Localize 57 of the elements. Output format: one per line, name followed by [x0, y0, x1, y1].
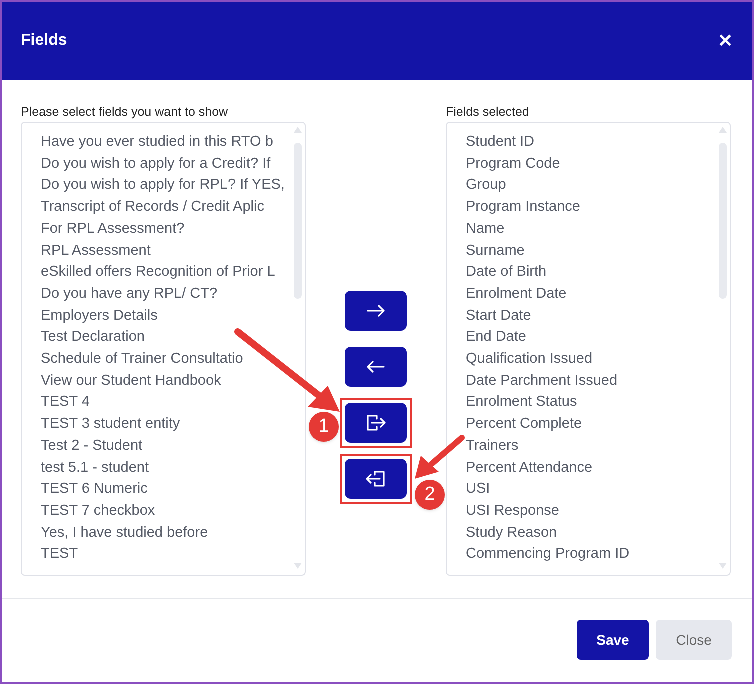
- list-option[interactable]: TEST 3 student entity: [41, 414, 305, 436]
- selected-fields-list[interactable]: [446, 122, 731, 576]
- list-option[interactable]: Test Declaration: [41, 327, 305, 350]
- transfer-button[interactable]: [345, 347, 407, 387]
- list-option[interactable]: Date of Birth: [466, 262, 730, 284]
- list-option[interactable]: Date Parchment Issued: [466, 370, 730, 392]
- list-option[interactable]: test 5.1 - student: [41, 458, 305, 480]
- list-option[interactable]: Employers Details: [41, 306, 305, 328]
- list-option[interactable]: Surname: [466, 240, 730, 262]
- list-option[interactable]: Enrolment Status: [466, 392, 730, 414]
- close-button[interactable]: ✕: [718, 28, 733, 54]
- list-option[interactable]: For RPL Assessment?: [41, 218, 305, 241]
- list-option[interactable]: Student ID: [466, 132, 730, 154]
- enter-icon: [366, 471, 386, 487]
- list-option[interactable]: View our Student Handbook: [41, 370, 305, 392]
- list-option[interactable]: Schedule of Trainer Consultatio: [41, 349, 305, 371]
- list-option[interactable]: Qualification Issued: [466, 349, 730, 371]
- list-option[interactable]: RPL Assessment: [41, 240, 305, 262]
- list-option[interactable]: Start Date: [466, 306, 730, 328]
- save-button[interactable]: Save: [577, 620, 649, 660]
- list-option[interactable]: Test 2 - Student: [41, 436, 305, 458]
- list-option[interactable]: TEST 6 Numeric: [41, 479, 305, 501]
- list-option[interactable]: USI Response: [466, 500, 730, 523]
- list-option[interactable]: Do you wish to apply for RPL? If YES,: [41, 175, 305, 198]
- step-badge: 1: [309, 412, 339, 442]
- list-label: Fields selected: [446, 104, 530, 121]
- arrow-right-icon: [367, 305, 385, 317]
- list-option[interactable]: Commencing Program ID: [466, 544, 730, 566]
- list-option[interactable]: USI: [466, 479, 730, 501]
- list-option[interactable]: Percent Complete: [466, 414, 730, 436]
- list-option[interactable]: Group: [466, 175, 730, 198]
- transfer-button[interactable]: [345, 291, 407, 331]
- available-fields-list[interactable]: [21, 122, 306, 576]
- list-option[interactable]: Transcript of Records / Credit Aplic: [41, 197, 305, 219]
- list-option[interactable]: Program Code: [466, 154, 730, 176]
- list-option[interactable]: End Date: [466, 327, 730, 350]
- list-option[interactable]: TEST: [41, 544, 305, 566]
- arrow-left-icon: [367, 361, 385, 373]
- list-option[interactable]: TEST 7 checkbox: [41, 500, 305, 523]
- close-button[interactable]: Close: [656, 620, 732, 660]
- list-option[interactable]: TEST 4: [41, 392, 305, 414]
- list-option[interactable]: Name: [466, 218, 730, 241]
- dialog-title: Fields: [21, 31, 68, 51]
- list-option[interactable]: Enrolment Date: [466, 284, 730, 306]
- list-option[interactable]: eSkilled offers Recognition of Prior L: [41, 262, 305, 284]
- step-badge: 2: [415, 480, 445, 510]
- list-option[interactable]: Do you have any RPL/ CT?: [41, 284, 305, 306]
- list-option[interactable]: Yes, I have studied before: [41, 522, 305, 544]
- annotation-arrow: [412, 434, 466, 482]
- list-label: Please select fields you want to show: [21, 104, 230, 121]
- list-option[interactable]: Do you wish to apply for a Credit? If: [41, 154, 305, 176]
- list-option[interactable]: Program Instance: [466, 197, 730, 219]
- list-option[interactable]: Study Reason: [466, 522, 730, 544]
- list-option[interactable]: Trainers: [466, 436, 730, 458]
- list-option[interactable]: Have you ever studied in this RTO b: [41, 132, 305, 154]
- exit-icon: [366, 415, 386, 431]
- list-option[interactable]: Percent Attendance: [466, 458, 730, 480]
